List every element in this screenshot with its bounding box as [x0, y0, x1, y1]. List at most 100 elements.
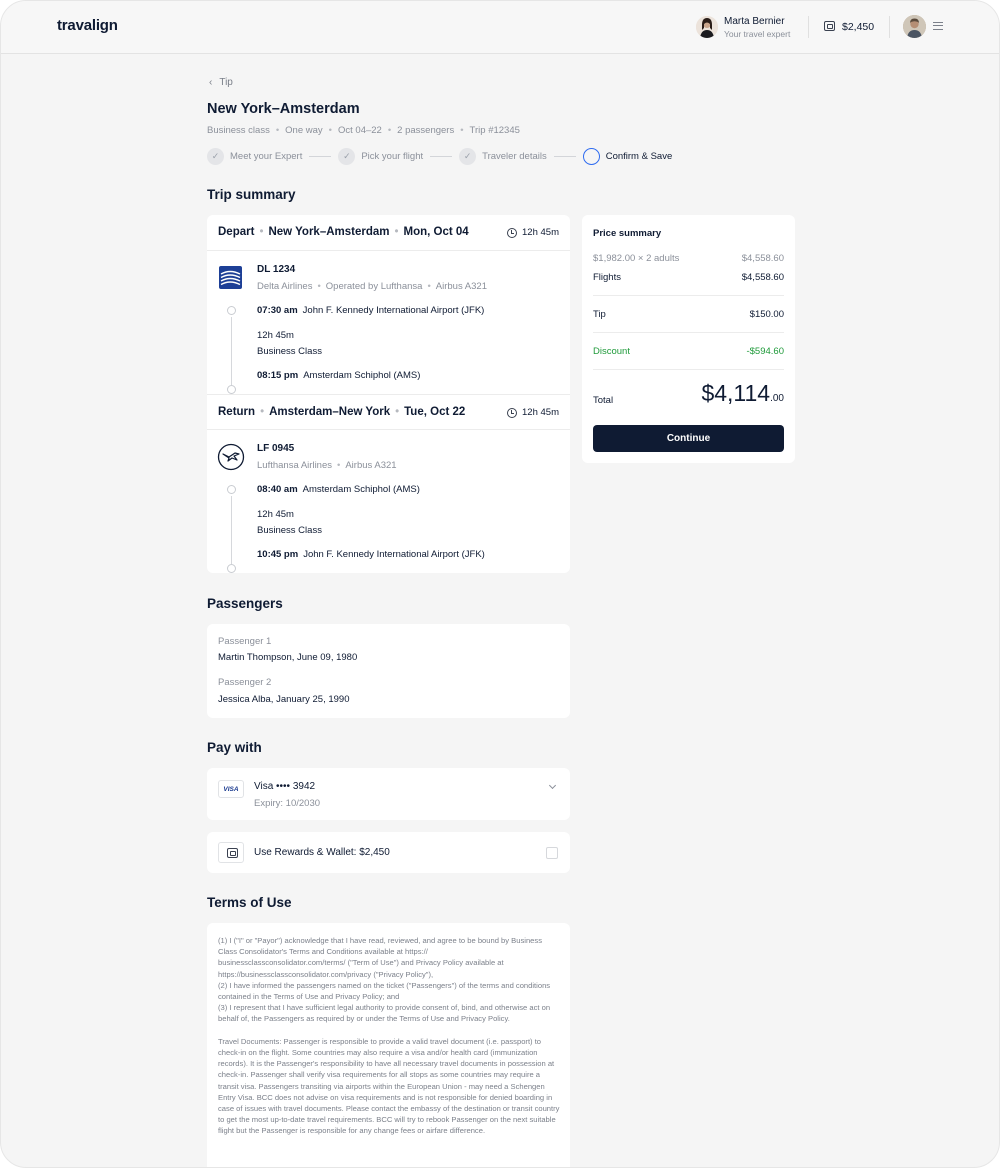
check-icon: ✓ — [338, 147, 356, 165]
step-confirm-save[interactable]: Confirm & Save — [582, 147, 673, 165]
passenger-2-label: Passenger 2 — [218, 677, 272, 688]
flights-label: Flights — [593, 272, 621, 283]
step-label: Traveler details — [482, 150, 547, 162]
step-pick-flight[interactable]: ✓ Pick your flight — [338, 147, 424, 165]
price-divider — [593, 332, 784, 333]
rewards-icon-box — [218, 842, 244, 863]
menu-icon[interactable] — [933, 22, 943, 30]
page-title: New York–Amsterdam — [207, 101, 360, 117]
return-segment-duration: 12h 45m — [257, 509, 294, 520]
lufthansa-crane-icon — [217, 443, 245, 471]
rewards-option[interactable]: Use Rewards & Wallet: $2,450 — [207, 832, 570, 873]
back-link-label: Tip — [219, 77, 233, 88]
top-bar: travalign Marta Bernier Your travel expe… — [1, 1, 999, 54]
total-cents: .00 — [770, 393, 784, 404]
check-icon: ✓ — [459, 147, 477, 165]
rewards-label: Use Rewards & Wallet: $2,450 — [254, 847, 390, 858]
depart-duration: 12h 45m — [522, 227, 559, 238]
total-main: $4,114 — [701, 380, 771, 406]
fare-line: $1,982.00 × 2 adults $4,558.60 — [593, 253, 784, 264]
meta-class: Business class — [207, 125, 270, 136]
expert-role: Your travel expert — [724, 29, 791, 39]
fare-line-value: $4,558.60 — [741, 253, 784, 264]
price-summary-title: Price summary — [593, 228, 662, 239]
step-label: Pick your flight — [361, 150, 424, 162]
chevron-down-icon[interactable] — [548, 781, 557, 790]
timeline-line — [231, 317, 232, 385]
logo[interactable]: travalign — [57, 17, 118, 34]
depart-kind: Depart — [218, 226, 255, 238]
header-divider — [889, 16, 890, 38]
trip-summary-card: Depart • New York–Amsterdam • Mon, Oct 04 12… — [207, 215, 570, 573]
depart-cabin: Business Class — [257, 346, 322, 357]
expert-avatar[interactable] — [696, 16, 718, 38]
depart-route: New York–Amsterdam — [268, 226, 390, 238]
depart-dep-airport: John F. Kennedy International Airport (J… — [302, 305, 485, 316]
timeline-end-dot — [227, 385, 236, 394]
return-flight-number: LF 0945 — [257, 443, 295, 454]
meta-trip-number: Trip #12345 — [469, 125, 520, 136]
discount-value: -$594.60 — [746, 346, 784, 357]
return-arr-airport: John F. Kennedy International Airport (J… — [303, 549, 485, 560]
depart-aircraft: Airbus A321 — [435, 281, 487, 292]
payment-method-select[interactable]: VISA Visa •••• 3942 Expiry: 10/2030 — [207, 768, 570, 820]
continue-button[interactable]: Continue — [593, 425, 784, 452]
wallet-icon — [227, 848, 238, 858]
fare-line-label: $1,982.00 × 2 adults — [593, 253, 680, 264]
depart-segment-duration: 12h 45m — [257, 330, 294, 341]
united-globe-icon — [219, 266, 242, 289]
return-flight-details: LF 0945 Lufthansa Airlines • Airbus A321 0… — [207, 430, 570, 573]
header-divider — [808, 16, 809, 38]
timeline-end-dot — [227, 564, 236, 573]
trip-meta: Business class • One way • Oct 04–22 • 2 passe… — [207, 125, 520, 136]
meta-trip-type: One way — [285, 125, 323, 136]
step-connector — [430, 155, 453, 157]
app-frame: travalign Marta Bernier Your travel expe… — [0, 0, 1000, 1168]
step-label: Confirm & Save — [605, 150, 673, 162]
clock-icon — [507, 227, 518, 238]
rewards-checkbox[interactable] — [546, 847, 558, 859]
flights-line: Flights $4,558.60 — [593, 272, 784, 283]
step-connector — [309, 155, 332, 157]
user-avatar[interactable] — [903, 15, 926, 38]
discount-line: Discount -$594.60 — [593, 346, 784, 357]
passenger-1-value: Martin Thompson, June 09, 1980 — [218, 652, 358, 663]
depart-dep-time: 07:30 am — [257, 305, 298, 316]
total-amount: $4,114.00 — [701, 380, 784, 407]
terms-title: Terms of Use — [207, 895, 292, 910]
depart-airline: Delta Airlines — [257, 281, 313, 292]
timeline-line — [231, 496, 232, 564]
depart-departure: 07:30 am John F. Kennedy International Ai… — [257, 305, 484, 316]
tip-label: Tip — [593, 309, 606, 320]
visa-icon: VISA — [218, 780, 244, 798]
depart-header: Depart • New York–Amsterdam • Mon, Oct 04 12… — [207, 215, 570, 251]
terms-card: (1) I ("I" or "Payor") acknowledge that … — [207, 923, 570, 1167]
timeline-start-dot — [227, 306, 236, 315]
expert-name: Marta Bernier — [724, 16, 785, 27]
tip-line: Tip $150.00 — [593, 309, 784, 320]
active-step-icon — [582, 147, 600, 165]
depart-arr-time: 08:15 pm — [257, 370, 299, 381]
terms-text: (1) I ("I" or "Payor") acknowledge that … — [218, 936, 560, 1136]
step-meet-expert[interactable]: ✓ Meet your Expert — [207, 147, 302, 165]
pay-with-title: Pay with — [207, 740, 262, 755]
check-icon: ✓ — [207, 147, 224, 165]
return-dep-airport: Amsterdam Schiphol (AMS) — [302, 484, 420, 495]
return-departure: 08:40 am Amsterdam Schiphol (AMS) — [257, 484, 420, 495]
back-link[interactable]: ‹ Tip — [209, 77, 233, 88]
trip-summary-title: Trip summary — [207, 187, 296, 202]
passenger-2-value: Jessica Alba, January 25, 1990 — [218, 694, 350, 705]
price-summary-card: Price summary $1,982.00 × 2 adults $4,55… — [582, 215, 795, 463]
depart-flight-info: Delta Airlines • Operated by Lufthansa • Air… — [257, 281, 487, 292]
step-traveler-details[interactable]: ✓ Traveler details — [459, 147, 547, 165]
return-aircraft: Airbus A321 — [345, 460, 397, 471]
depart-arr-airport: Amsterdam Schiphol (AMS) — [303, 370, 421, 381]
depart-flight-details: DL 1234 Delta Airlines • Operated by Lufth… — [207, 251, 570, 394]
wallet-balance[interactable]: $2,450 — [842, 21, 874, 33]
timeline-start-dot — [227, 485, 236, 494]
clock-icon — [507, 407, 518, 418]
card-expiry: Expiry: 10/2030 — [254, 798, 321, 809]
return-route: Amsterdam–New York — [269, 406, 391, 418]
price-divider — [593, 369, 784, 370]
total-label: Total — [593, 395, 614, 406]
